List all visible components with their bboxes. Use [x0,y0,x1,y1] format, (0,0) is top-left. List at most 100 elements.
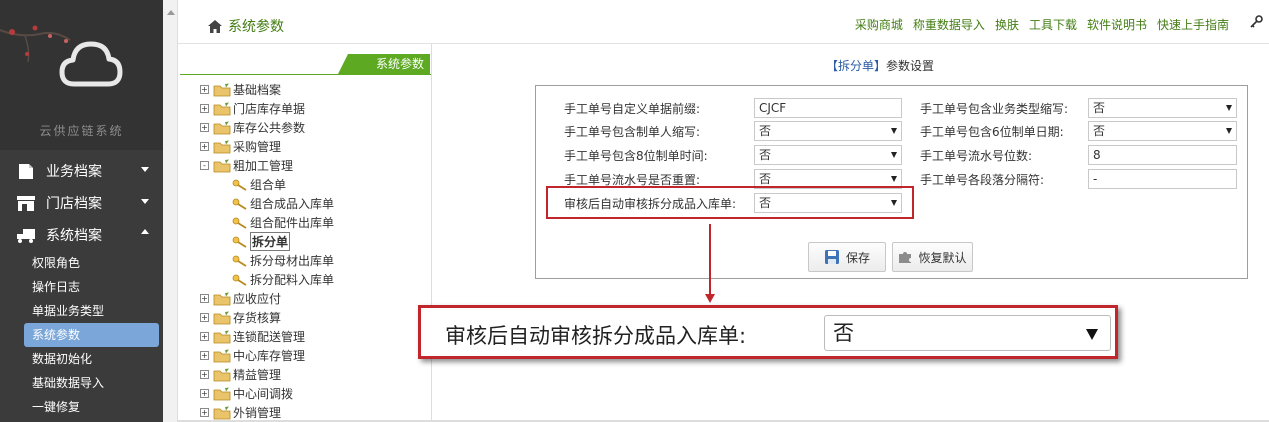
row-prefix: 手工单号自定义单据前缀: [564,98,700,118]
dropdown-arrow-icon [1086,329,1098,340]
save-button[interactable]: 保存 [808,242,886,272]
tree-node-label: 中心库存管理 [233,349,306,363]
tree-node-label: 拆分配料入库单 [250,273,335,287]
tree-leaf[interactable]: 拆分配料入库单 [200,270,430,289]
serial-digits-input[interactable]: 8 [1088,145,1237,165]
tree-folder[interactable]: + 采购管理 [200,137,430,156]
expand-icon[interactable]: + [200,123,209,132]
separator-input[interactable]: - [1088,169,1237,189]
key-icon [232,236,247,248]
tree-folder[interactable]: + 应收应付 [200,289,430,308]
expand-icon[interactable]: + [200,104,209,113]
expand-icon[interactable]: + [200,332,209,341]
top-links: 采购商城 称重数据导入 换肤 工具下载 软件说明书 快速上手指南 [855,16,1229,33]
tree-folder[interactable]: - 粗加工管理 [200,156,430,175]
field-value: 否 [759,148,772,162]
scroll-up-icon[interactable] [167,10,175,15]
prefix-input[interactable]: CJCF [754,98,902,118]
tree-node-label: 组合配件出库单 [250,216,335,230]
field-value: - [1093,172,1098,186]
key-icon [232,274,247,286]
highlight-box [546,186,914,219]
sub-item-operation-log[interactable]: 操作日志 [0,275,163,299]
tree-folder[interactable]: + 存货核算 [200,308,430,327]
expand-icon[interactable]: + [200,389,209,398]
collapse-icon[interactable]: - [200,161,209,170]
sub-item-data-import[interactable]: 基础数据导入 [0,371,163,395]
home-icon[interactable] [208,19,222,33]
field-label: 手工单号自定义单据前缀: [564,101,701,116]
callout-label: 审核后自动审核拆分成品入库单: [445,324,747,348]
expand-icon[interactable]: + [200,85,209,94]
callout-select[interactable]: 否 [824,315,1111,351]
dropdown-arrow-icon [891,176,897,182]
nav-system-files[interactable]: 系统档案 [0,219,163,251]
sidebar: 云供应链系统 业务档案 门店档案 系统档案 权限角色 操作日志 单据业务类型 系… [0,0,163,422]
link-change-skin[interactable]: 换肤 [995,16,1019,33]
sub-item-one-click-repair[interactable]: 一键修复 [0,395,163,419]
link-tool-download[interactable]: 工具下载 [1029,16,1077,33]
tree-leaf[interactable]: 拆分单 [200,232,430,251]
nav-business-files[interactable]: 业务档案 [0,155,163,187]
tree-folder[interactable]: + 中心库存管理 [200,346,430,365]
tree-tab-divider [180,74,431,75]
tree-folder[interactable]: + 精益管理 [200,365,430,384]
expand-icon[interactable]: + [200,370,209,379]
dropdown-arrow-icon [1226,128,1232,134]
tree-node-label: 粗加工管理 [233,159,294,173]
store-icon [17,196,35,211]
nav-label: 系统档案 [46,228,102,244]
tree-leaf[interactable]: 组合配件出库单 [200,213,430,232]
link-purchase-mall[interactable]: 采购商城 [855,16,903,33]
key-icon[interactable] [1249,15,1263,29]
tree-folder[interactable]: + 连锁配送管理 [200,327,430,346]
sub-item-roles[interactable]: 权限角色 [0,251,163,275]
creator-abbr-select[interactable]: 否 [754,121,902,141]
tree-node-label: 外销管理 [233,406,282,420]
tree-node-label: 连锁配送管理 [233,330,306,344]
tree-leaf[interactable]: 拆分母材出库单 [200,251,430,270]
expand-icon[interactable]: + [200,408,209,417]
expand-icon[interactable]: + [200,142,209,151]
nav-store-files[interactable]: 门店档案 [0,187,163,219]
reset-label: 恢复默认 [918,250,967,265]
sub-item-system-params[interactable]: 系统参数 [24,323,159,347]
time8-select[interactable]: 否 [754,145,902,165]
tree-leaf[interactable]: 组合成品入库单 [200,194,430,213]
biztype-abbr-select[interactable]: 否 [1088,98,1237,118]
link-weighing-import[interactable]: 称重数据导入 [913,16,985,33]
restore-default-button[interactable]: 恢复默认 [892,242,973,272]
zoom-callout: 审核后自动审核拆分成品入库单: 否 [418,305,1118,359]
tree-folder[interactable]: + 基础档案 [200,80,430,99]
row-time8: 手工单号包含8位制单时间: [564,145,708,165]
field-label: 手工单号包含6位制单日期: [920,124,1064,139]
tree-node-label: 组合成品入库单 [250,197,335,211]
date6-select[interactable]: 否 [1088,121,1237,141]
tree-folder[interactable]: + 门店库存单据 [200,99,430,118]
page-title: 系统参数 [228,19,284,35]
folder-icon [213,159,231,172]
tree-folder[interactable]: + 库存公共参数 [200,118,430,137]
expand-icon[interactable]: + [200,313,209,322]
sub-item-data-init[interactable]: 数据初始化 [0,347,163,371]
field-label: 手工单号包含制单人缩写: [564,124,701,139]
field-label: 手工单号包含业务类型缩写: [920,101,1069,116]
expand-icon[interactable]: + [200,351,209,360]
tree-node-label: 精益管理 [233,368,282,382]
field-value: 否 [759,124,772,138]
tree-node-label: 应收应付 [233,292,282,306]
link-quick-start[interactable]: 快速上手指南 [1157,16,1229,33]
field-label: 手工单号流水号位数: [920,148,1033,163]
truck-icon [17,229,35,243]
sub-item-document-types[interactable]: 单据业务类型 [0,299,163,323]
settings-title-doc: 【拆分单】 [826,59,887,73]
chevron-down-icon [141,199,149,204]
tree-leaf[interactable]: 组合单 [200,175,430,194]
link-manual[interactable]: 软件说明书 [1087,16,1147,33]
sidebar-scrollbar[interactable] [163,0,178,422]
folder-icon [213,349,231,362]
expand-icon[interactable]: + [200,294,209,303]
tree-node-label: 组合单 [250,178,287,192]
folder-icon [213,292,231,305]
tree-folder[interactable]: + 中心间调拨 [200,384,430,403]
